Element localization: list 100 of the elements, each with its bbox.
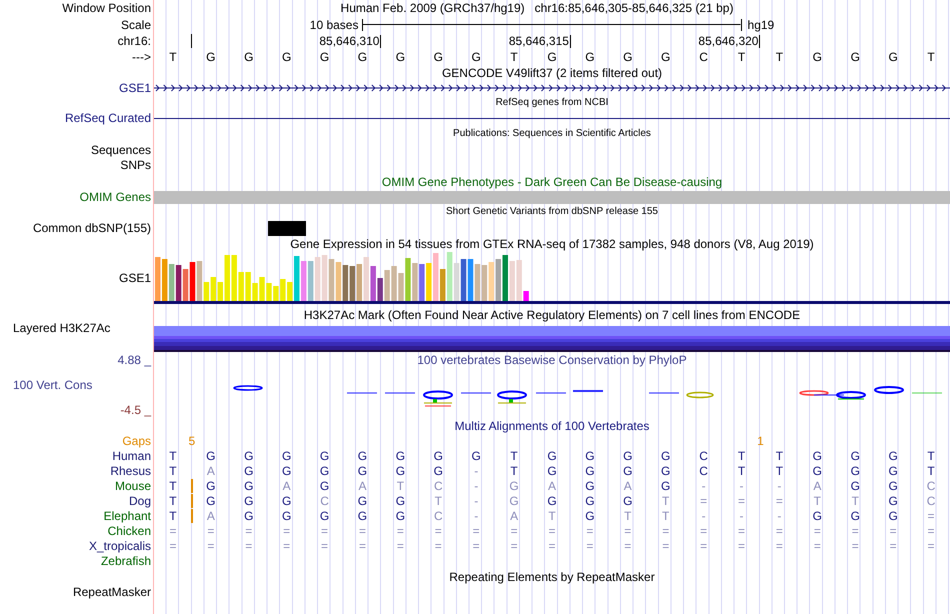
sequence-base: T [169,50,177,64]
aligned-base: T [814,494,821,508]
aligned-base: G [888,464,898,478]
species-label: Zebrafish [100,554,151,568]
aligned-base: = [169,538,176,552]
track-title: 100 vertebrates Basewise Conservation by PhyloP [417,353,687,367]
aligned-base: C [434,508,443,522]
track-label: GSE1 [118,271,151,285]
aligned-base: T [169,508,177,522]
aligned-base: G [358,508,368,522]
aligned-base: = [890,538,897,552]
aligned-base: G [320,448,330,462]
aligned-base: T [434,494,442,508]
aligned-base: T [169,464,177,478]
aligned-base: = [928,524,935,538]
sequence-base: C [699,50,708,64]
aligned-base: A [358,478,366,492]
aligned-base: G [623,448,632,462]
aligned-base: - [740,508,744,522]
sequence-base: G [472,50,481,64]
aligned-base: G [661,478,670,492]
aligned-base: = [358,538,366,552]
aligned-base: T [548,508,556,522]
sequence-base: T [776,50,784,64]
species-label: X_tropicalis [88,538,151,552]
track-label: GSE1 [118,81,151,95]
aligned-base: G [888,508,898,522]
aligned-base: G [812,448,822,462]
aligned-base: = [814,524,821,538]
track-label: Sequences [90,142,151,156]
aligned-base: C [699,448,708,462]
track-label: OMIM Genes [80,190,151,204]
aligned-base: = [852,524,859,538]
track-title: H3K27Ac Mark (Often Found Near Active Regulatory Elements) on 7 cell lines from ENCODE [304,308,800,322]
aligned-base: C [926,478,936,492]
track-label: RepeatMasker [72,585,151,599]
aligned-base: G [244,494,254,508]
aligned-base: = [928,538,935,552]
aligned-base: T [510,464,518,478]
aligned-base: T [396,478,404,492]
aligned-base: G [623,464,632,478]
aligned-base: G [206,478,216,492]
aligned-base: = [700,524,708,538]
aligned-base: G [850,448,860,462]
aligned-base: A [206,464,215,478]
coordinate-label: 85,646,320 [698,34,760,48]
aligned-base: - [777,508,782,522]
aligned-base: = [662,524,670,538]
aligned-base: - [702,478,706,492]
species-label: Chicken [108,524,151,538]
aligned-base: G [358,494,368,508]
aligned-base: = [434,538,442,552]
aligned-base: T [776,448,784,462]
species-label: Dog [128,494,151,508]
sequence-base: G [434,50,443,64]
aligned-base: T [927,448,935,462]
sequence-base: G [206,50,216,64]
aligned-base: = [624,524,632,538]
aligned-base: T [169,494,177,508]
aligned-base: C [699,464,708,478]
aligned-base: - [474,478,478,492]
aligned-base: G [585,464,595,478]
assembly-title: Human Feb. 2009 (GRCh37/hg19) [340,1,525,15]
aligned-base: A [206,508,215,522]
aligned-base: G [434,448,443,462]
aligned-base: C [320,494,329,508]
track-label: Common dbSNP(155) [32,221,151,235]
aligned-base: = [624,538,632,552]
track-label: 100 Vert. Cons [13,378,94,392]
track-label: Scale [120,18,151,32]
sequence-base: G [358,50,368,64]
axis-max-label: 4.88 _ [118,353,151,367]
aligned-base: = [776,538,783,552]
track-label: Gaps [122,434,151,448]
aligned-base: G [320,464,330,478]
aligned-base: = [245,524,252,538]
track-label: RefSeq Curated [64,111,151,125]
aligned-base: G [434,464,443,478]
aligned-base: G [850,508,860,522]
aligned-base: A [813,478,822,492]
aligned-base: A [548,478,556,492]
aligned-base: G [509,494,519,508]
aligned-base: G [282,494,292,508]
aligned-base: G [585,448,595,462]
aligned-base: G [888,494,898,508]
aligned-base: T [927,464,935,478]
aligned-base: G [244,508,254,522]
aligned-base: T [662,494,670,508]
aligned-base: = [548,538,556,552]
aligned-base: G [547,448,557,462]
aligned-base: T [738,464,746,478]
aligned-base: G [661,448,670,462]
aligned-base: = [510,538,518,552]
aligned-base: G [320,478,330,492]
aligned-base: G [850,478,860,492]
scale-span-text: 10 bases [310,18,360,32]
track-label: chr16: [118,34,151,48]
track-label: Layered H3K27Ac [13,321,110,335]
aligned-base: G [396,494,406,508]
sequence-base: G [585,50,595,64]
